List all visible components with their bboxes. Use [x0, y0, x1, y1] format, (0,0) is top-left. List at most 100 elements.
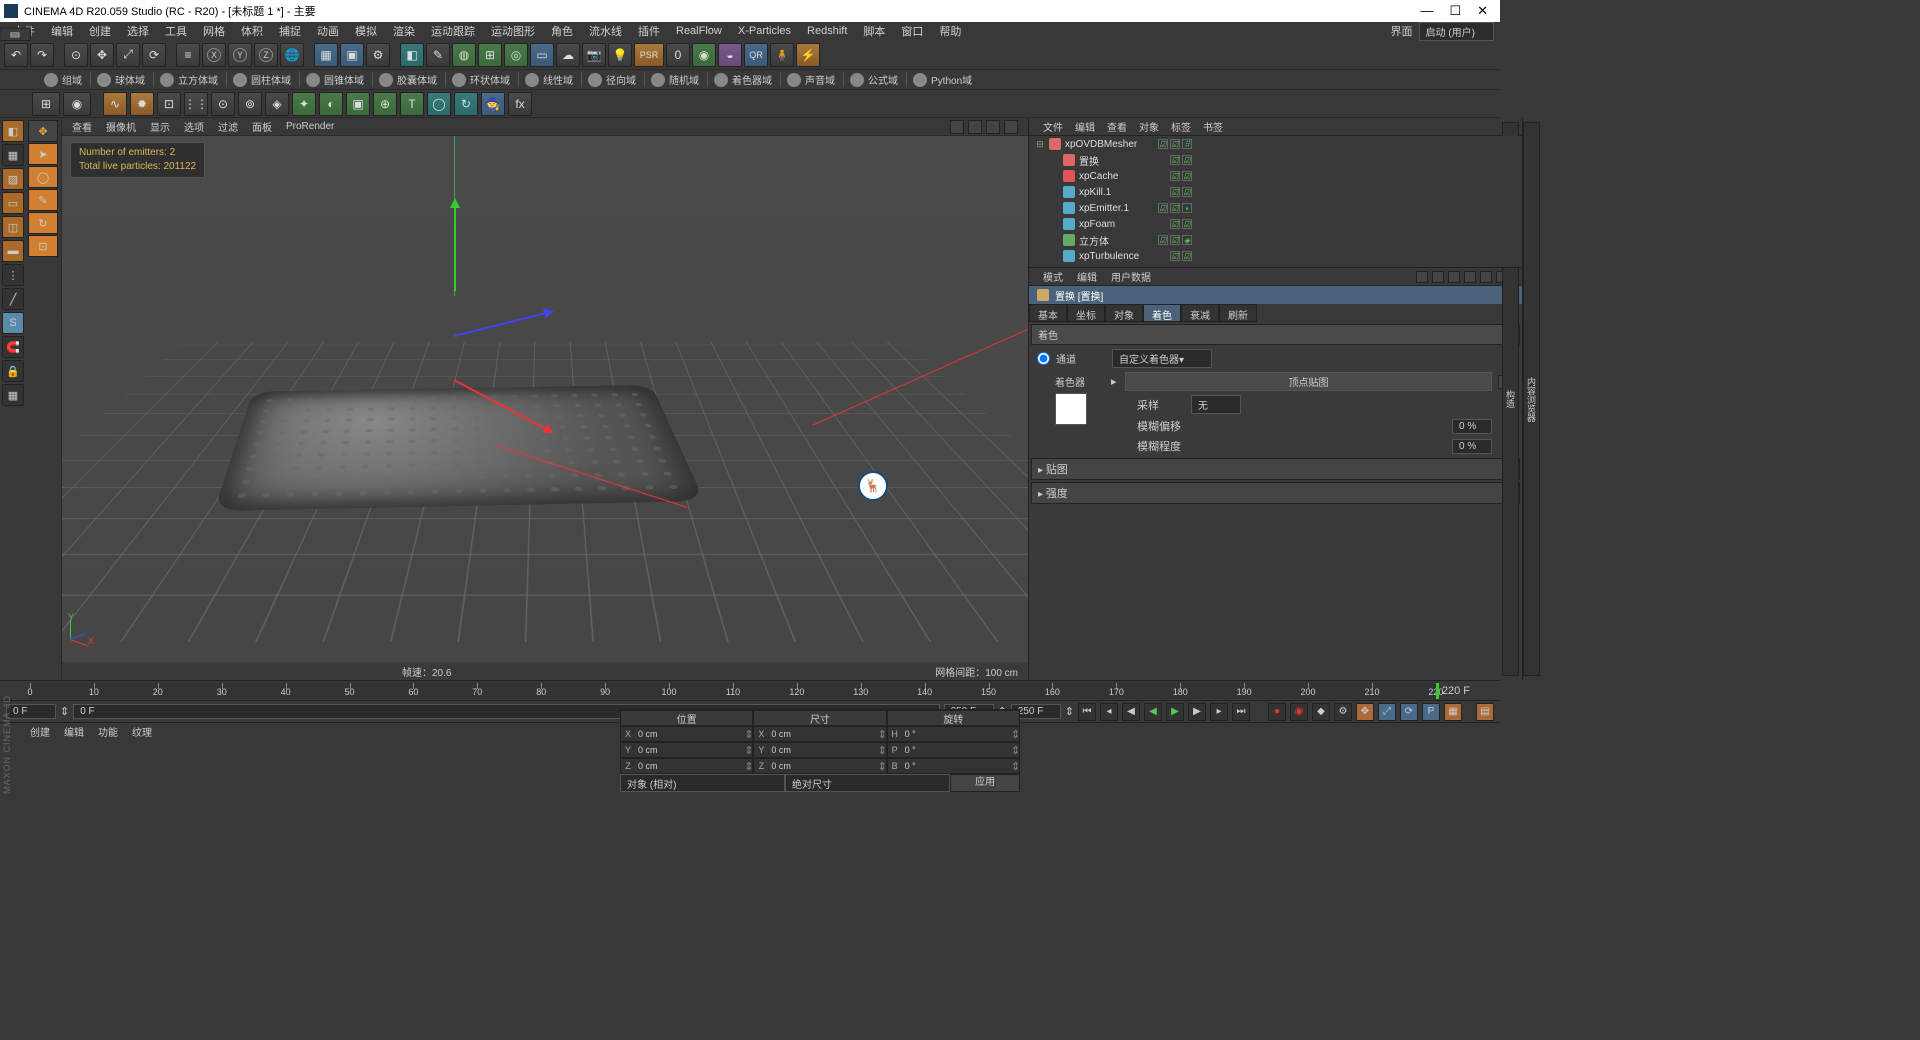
vp-icon-1[interactable]: [950, 120, 964, 134]
key-pos-button[interactable]: ✥: [1356, 703, 1374, 721]
vp-menu-摄像机[interactable]: 摄像机: [106, 119, 136, 134]
render-settings-button[interactable]: ⚙: [366, 43, 390, 67]
field-着色器域[interactable]: 着色器域: [707, 72, 778, 87]
xp-12[interactable]: T: [400, 92, 424, 116]
move-button[interactable]: ✥: [90, 43, 114, 67]
blur-offset-field[interactable]: 0 %: [1452, 419, 1492, 434]
xp-14[interactable]: ↻: [454, 92, 478, 116]
menu-捕捉[interactable]: 捕捉: [272, 22, 308, 40]
axis-z-button[interactable]: Z: [254, 43, 278, 67]
menu-X-Particles[interactable]: X-Particles: [731, 24, 798, 38]
subtab-衰减[interactable]: 衰减: [1181, 304, 1219, 322]
vp-menu-面板[interactable]: 面板: [252, 119, 272, 134]
tree-row-xpKill.1[interactable]: xpKill.1☑☑: [1029, 184, 1522, 200]
field-立方体域[interactable]: 立方体域: [153, 72, 224, 87]
deformer-button[interactable]: ▭: [530, 43, 554, 67]
key-opts-button[interactable]: ⚙: [1334, 703, 1352, 721]
menu-工具[interactable]: 工具: [158, 22, 194, 40]
spline-button[interactable]: ✎: [426, 43, 450, 67]
tab-content-browser[interactable]: 内容浏览器: [1523, 122, 1540, 676]
xp-1[interactable]: ∿: [103, 92, 127, 116]
btab-编辑[interactable]: 编辑: [64, 724, 84, 739]
history-button[interactable]: ≡: [176, 43, 200, 67]
viewport[interactable]: 查看摄像机显示选项过滤面板ProRender Number of emitter…: [62, 118, 1028, 680]
make-editable-button[interactable]: ◧: [2, 120, 24, 142]
subtab-坐标[interactable]: 坐标: [1067, 304, 1105, 322]
shader-preview[interactable]: [1055, 393, 1087, 425]
coord-X[interactable]: X0 cm⇕: [753, 726, 886, 742]
menu-Redshift[interactable]: Redshift: [800, 24, 854, 38]
xp-emit-button[interactable]: ◉: [63, 92, 91, 116]
field-组域[interactable]: 组域: [38, 72, 88, 87]
subdiv-button[interactable]: ◍: [452, 43, 476, 67]
attr-tab-用户数据[interactable]: 用户数据: [1111, 269, 1151, 284]
model-mode-button[interactable]: ▦: [2, 144, 24, 166]
menu-动画[interactable]: 动画: [310, 22, 346, 40]
panel-tab-查看[interactable]: 查看: [1107, 119, 1127, 134]
vp-menu-选项[interactable]: 选项: [184, 119, 204, 134]
tree-row-xpEmitter.1[interactable]: xpEmitter.1☑☑▪: [1029, 200, 1522, 216]
xp-10[interactable]: ▣: [346, 92, 370, 116]
play-back-button[interactable]: ◀: [1144, 703, 1162, 721]
panel-tab-书签[interactable]: 书签: [1203, 119, 1223, 134]
render-region-button[interactable]: ▣: [340, 43, 364, 67]
coord-H[interactable]: H0 °⇕: [887, 726, 1020, 742]
key-sel-button[interactable]: ◆: [1312, 703, 1330, 721]
vp-menu-ProRender[interactable]: ProRender: [286, 121, 334, 132]
render-view-button[interactable]: ▦: [314, 43, 338, 67]
qr-button[interactable]: QR: [744, 43, 768, 67]
light-button[interactable]: 💡: [608, 43, 632, 67]
panel-tab-对象[interactable]: 对象: [1139, 119, 1159, 134]
tree-row-xpCache[interactable]: xpCache☑☑: [1029, 168, 1522, 184]
volume-button[interactable]: ◒: [718, 43, 742, 67]
key-param-button[interactable]: P: [1422, 703, 1440, 721]
maximize-button[interactable]: ☐: [1449, 3, 1461, 19]
subtab-对象[interactable]: 对象: [1105, 304, 1143, 322]
xp-16[interactable]: fx: [508, 92, 532, 116]
menu-编辑[interactable]: 编辑: [44, 22, 80, 40]
texture-expand[interactable]: ▸ 贴图: [1031, 458, 1520, 480]
prev-key-button[interactable]: ◂: [1100, 703, 1118, 721]
menu-插件[interactable]: 插件: [631, 22, 667, 40]
xp-4[interactable]: ⋮⋮: [184, 92, 208, 116]
panel-tab-文件[interactable]: 文件: [1043, 119, 1063, 134]
lock-button[interactable]: 🔒: [2, 360, 24, 382]
cube-primitive-button[interactable]: ◧: [400, 43, 424, 67]
menu-流水线[interactable]: 流水线: [582, 22, 629, 40]
home-icon[interactable]: [1464, 271, 1476, 283]
tree-row-置换[interactable]: 置换☑☑: [1029, 152, 1522, 168]
size-mode-dropdown[interactable]: 绝对尺寸: [785, 774, 950, 792]
tree-row-xpFoam[interactable]: xpFoam☑☑: [1029, 216, 1522, 232]
xp-2[interactable]: ✹: [130, 92, 154, 116]
prev-frame-button[interactable]: ◀: [1122, 703, 1140, 721]
field-胶囊体域[interactable]: 胶囊体域: [372, 72, 443, 87]
key-pla-button[interactable]: ▦: [1444, 703, 1462, 721]
xp-7[interactable]: ◈: [265, 92, 289, 116]
edges-button[interactable]: ╱: [2, 288, 24, 310]
object-tree[interactable]: ⊟xpOVDBMesher☑☑⠿置换☑☑xpCache☑☑xpKill.1☑☑x…: [1029, 136, 1522, 268]
subtab-刷新[interactable]: 刷新: [1219, 304, 1257, 322]
panel-tab-标签[interactable]: 标签: [1171, 119, 1191, 134]
tree-row-立方体[interactable]: 立方体☑☑◈: [1029, 232, 1522, 248]
subtab-着色[interactable]: 着色: [1143, 304, 1181, 322]
menu-运动图形[interactable]: 运动图形: [484, 22, 542, 40]
xp-13[interactable]: ◯: [427, 92, 451, 116]
lock-icon[interactable]: [1480, 271, 1492, 283]
xp-9[interactable]: ◐: [319, 92, 343, 116]
polys-button[interactable]: S: [2, 312, 24, 334]
coord-B[interactable]: B0 °⇕: [887, 758, 1020, 774]
menu-角色[interactable]: 角色: [544, 22, 580, 40]
sample-dropdown[interactable]: 无: [1191, 395, 1241, 414]
play-button[interactable]: ▶: [1166, 703, 1184, 721]
xp-11[interactable]: ⊕: [373, 92, 397, 116]
arrow-tool[interactable]: ➤: [28, 143, 58, 165]
xp-5[interactable]: ⊙: [211, 92, 235, 116]
menu-选择[interactable]: 选择: [120, 22, 156, 40]
start-frame-field[interactable]: 0 F: [6, 704, 56, 719]
attr-tab-编辑[interactable]: 编辑: [1077, 269, 1097, 284]
coord-mode-dropdown[interactable]: 对象 (相对): [620, 774, 785, 792]
tree-row-xpTurbulence[interactable]: xpTurbulence☑☑: [1029, 248, 1522, 264]
vp-menu-过滤[interactable]: 过滤: [218, 119, 238, 134]
search-icon[interactable]: [1448, 271, 1460, 283]
loop-tool[interactable]: ↻: [28, 212, 58, 234]
